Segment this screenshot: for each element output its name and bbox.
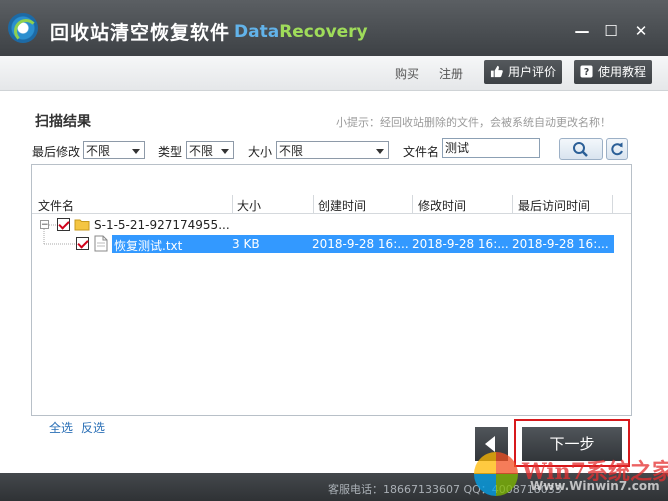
- invert-selection-link[interactable]: 反选: [81, 419, 105, 436]
- col-created[interactable]: 创建时间: [318, 197, 366, 214]
- type-label: 类型: [158, 145, 183, 159]
- col-size[interactable]: 大小: [237, 197, 261, 214]
- file-size: 3 KB: [232, 237, 260, 251]
- filename-input[interactable]: 测试: [442, 138, 540, 158]
- column-divider[interactable]: [232, 195, 233, 213]
- app-subtitle: DataRecovery: [234, 22, 368, 42]
- watermark-sub: Www.Winwin7.com: [530, 479, 660, 493]
- app-title: 回收站清空恢复软件: [50, 22, 231, 44]
- select-all-link[interactable]: 全选: [49, 419, 73, 436]
- help-icon: ?: [580, 65, 593, 78]
- buy-link[interactable]: 购买: [395, 65, 419, 82]
- last-modified-value: 不限: [86, 144, 111, 158]
- col-filename[interactable]: 文件名: [38, 197, 74, 214]
- filename-label: 文件名: [403, 145, 440, 159]
- app-subtitle-part2: Recovery: [279, 22, 368, 42]
- type-value: 不限: [189, 144, 214, 158]
- close-button[interactable]: ✕: [628, 18, 654, 44]
- text-file-icon: [94, 235, 108, 252]
- chevron-down-icon: [376, 149, 384, 154]
- maximize-button[interactable]: ☐: [598, 18, 624, 44]
- search-icon: [573, 142, 588, 157]
- chevron-down-icon: [132, 149, 140, 154]
- tip-text: 小提示：经回收站删除的文件，会被系统自动更改名称！: [336, 116, 611, 129]
- title-bar: 回收站清空恢复软件 DataRecovery — ☐ ✕: [0, 0, 668, 56]
- column-divider[interactable]: [412, 195, 413, 213]
- file-accessed: 2018-9-28 16:...: [512, 237, 609, 251]
- watermark: Win7系统之家 Www.Winwin7.com: [474, 450, 668, 501]
- user-review-label: 用户评价: [508, 65, 557, 79]
- folder-name: S-1-5-21-927174955...: [94, 218, 230, 232]
- minimize-button[interactable]: —: [569, 18, 595, 44]
- file-created: 2018-9-28 16:...: [312, 237, 409, 251]
- file-name: 恢复测试.txt: [114, 239, 183, 253]
- col-modified[interactable]: 修改时间: [418, 197, 466, 214]
- folder-row[interactable]: − S-1-5-21-927174955...: [32, 216, 631, 234]
- tutorial-label: 使用教程: [598, 65, 647, 79]
- chevron-down-icon: [221, 149, 229, 154]
- user-review-button[interactable]: 用户评价: [484, 60, 563, 84]
- column-divider[interactable]: [313, 195, 314, 213]
- toolbar: 购买 注册 用户评价 ? 使用教程: [0, 56, 668, 91]
- size-label: 大小: [248, 145, 273, 159]
- column-divider[interactable]: [512, 195, 513, 213]
- column-divider[interactable]: [612, 195, 613, 213]
- size-value: 不限: [279, 144, 304, 158]
- selected-row-highlight: 恢复测试.txt 3 KB 2018-9-28 16:... 2018-9-28…: [112, 235, 614, 253]
- collapse-icon[interactable]: −: [40, 220, 49, 230]
- size-select[interactable]: 不限: [276, 141, 389, 159]
- section-title: 扫描结果: [35, 114, 91, 130]
- app-logo-icon: [8, 13, 38, 43]
- app-subtitle-part1: Data: [234, 22, 280, 42]
- table-header: 文件名 大小 创建时间 修改时间 最后访问时间: [32, 195, 631, 214]
- windows-logo-icon: [474, 452, 518, 496]
- tutorial-button[interactable]: ? 使用教程: [574, 60, 653, 84]
- table-row[interactable]: 恢复测试.txt 3 KB 2018-9-28 16:... 2018-9-28…: [76, 235, 614, 253]
- results-table: 文件名 大小 创建时间 修改时间 最后访问时间 − S-1-5-21-92717…: [31, 164, 632, 416]
- register-link[interactable]: 注册: [439, 65, 463, 82]
- file-checkbox[interactable]: [76, 237, 89, 250]
- svg-text:?: ?: [584, 67, 589, 78]
- refresh-button[interactable]: [606, 138, 628, 160]
- thumbs-up-icon: [490, 65, 503, 78]
- type-select[interactable]: 不限: [186, 141, 234, 159]
- last-modified-select[interactable]: 不限: [83, 141, 145, 159]
- app-window: 回收站清空恢复软件 DataRecovery — ☐ ✕ 购买 注册 用户评价 …: [0, 0, 668, 501]
- col-last-access[interactable]: 最后访问时间: [518, 197, 590, 214]
- folder-icon: [74, 219, 90, 231]
- folder-checkbox[interactable]: [57, 218, 70, 231]
- search-button[interactable]: [559, 138, 603, 160]
- file-modified: 2018-9-28 16:...: [412, 237, 509, 251]
- last-modified-label: 最后修改: [32, 145, 81, 159]
- refresh-icon: [611, 142, 623, 156]
